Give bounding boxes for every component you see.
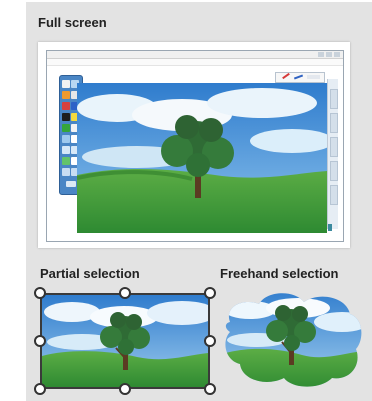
- side-tab-3[interactable]: [330, 137, 338, 157]
- marker-tool-icon[interactable]: [62, 91, 70, 99]
- collapse-arrow-icon[interactable]: [66, 181, 76, 187]
- color-red-icon[interactable]: [62, 102, 70, 110]
- selection-handle-middle-right[interactable]: [204, 335, 216, 347]
- selection-handle-bottom-right[interactable]: [204, 383, 216, 395]
- tree-landscape-photo: [77, 83, 327, 233]
- side-tab-2[interactable]: [330, 113, 338, 133]
- window-titlebar: [47, 51, 343, 59]
- color-green-icon[interactable]: [62, 124, 70, 132]
- full-screen-label: Full screen: [38, 15, 107, 30]
- recycle-bin-icon[interactable]: [328, 224, 332, 231]
- zoom-tool-icon[interactable]: [62, 168, 70, 176]
- partial-tree-photo: [42, 295, 208, 387]
- toolbar-slot-icon[interactable]: [307, 75, 320, 79]
- partial-selection-label: Partial selection: [40, 266, 140, 281]
- undo-tool-icon[interactable]: [62, 146, 70, 154]
- pen-blue-icon[interactable]: [293, 74, 304, 80]
- maximize-icon: [326, 52, 332, 57]
- capture-tool-icon[interactable]: [62, 157, 70, 165]
- selection-handle-top-right[interactable]: [204, 287, 216, 299]
- selection-handle-bottom-left[interactable]: [34, 383, 46, 395]
- pen-tool-icon[interactable]: [62, 80, 70, 88]
- freehand-selection-capture: [225, 293, 362, 387]
- line-tool-icon[interactable]: [62, 135, 70, 143]
- minimize-icon: [318, 52, 324, 57]
- selection-handle-bottom-middle[interactable]: [119, 383, 131, 395]
- freehand-selection-label: Freehand selection: [220, 266, 339, 281]
- application-window: [46, 50, 344, 242]
- side-tab-1[interactable]: [330, 89, 338, 109]
- close-icon: [334, 52, 340, 57]
- side-panel-tabs[interactable]: [327, 79, 338, 229]
- selection-handle-top-left[interactable]: [34, 287, 46, 299]
- window-menubar: [47, 59, 343, 66]
- color-black-icon[interactable]: [62, 113, 70, 121]
- window-controls: [318, 52, 340, 57]
- full-screen-capture: [38, 42, 350, 248]
- pen-icon[interactable]: [282, 72, 290, 80]
- selection-handle-top-middle[interactable]: [119, 287, 131, 299]
- side-tab-5[interactable]: [330, 185, 338, 205]
- selection-handle-middle-left[interactable]: [34, 335, 46, 347]
- partial-selection-capture: [40, 293, 210, 389]
- side-tab-4[interactable]: [330, 161, 338, 181]
- drawing-toolbar[interactable]: [275, 72, 325, 83]
